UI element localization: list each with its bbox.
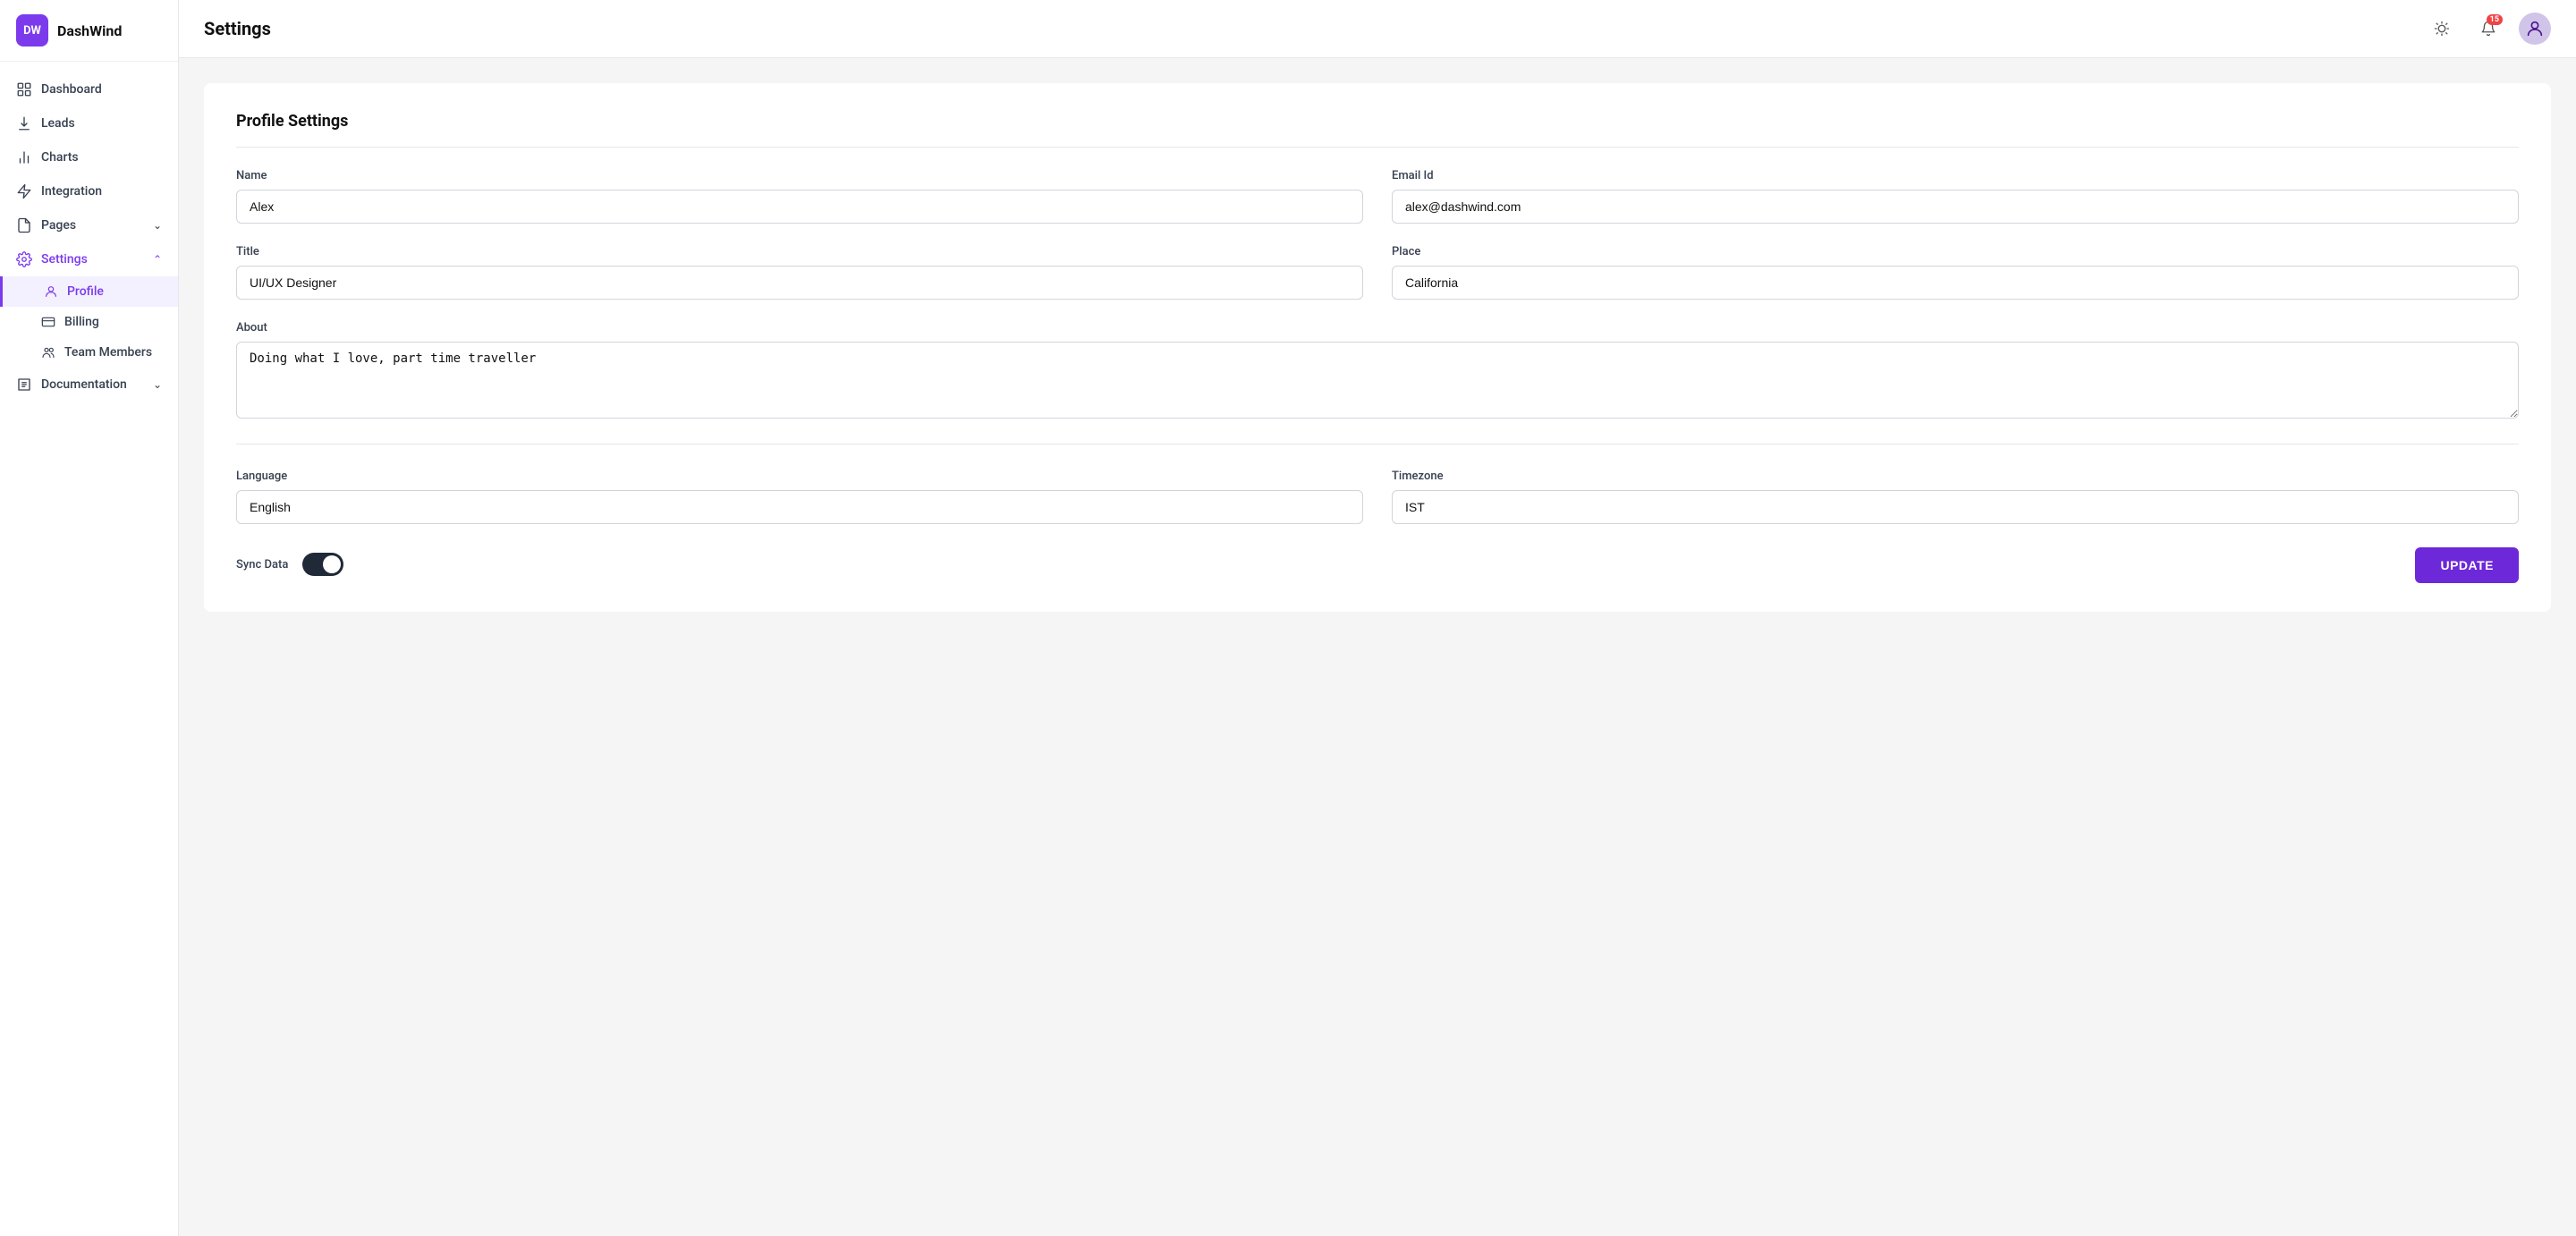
title-label: Title — [236, 245, 1363, 258]
sidebar-item-billing[interactable]: Billing — [0, 307, 178, 337]
notification-count: 15 — [2487, 14, 2503, 25]
file-icon — [16, 217, 32, 233]
header: Settings 15 — [179, 0, 2576, 58]
sidebar-item-dashboard[interactable]: Dashboard — [0, 72, 178, 106]
page-title: Settings — [204, 18, 271, 39]
download-icon — [16, 115, 32, 131]
name-field-group: Name — [236, 169, 1363, 224]
users-icon — [41, 345, 55, 360]
sync-data-row: Sync Data — [236, 553, 2519, 576]
avatar[interactable] — [2519, 13, 2551, 45]
app-name: DashWind — [57, 22, 122, 39]
sidebar-item-label: Dashboard — [41, 82, 102, 97]
sidebar-item-label: Charts — [41, 150, 79, 165]
place-label: Place — [1392, 245, 2519, 258]
email-label: Email Id — [1392, 169, 2519, 182]
name-label: Name — [236, 169, 1363, 182]
sync-data-toggle[interactable] — [302, 553, 343, 576]
preferences-form: Language Timezone Sync Data — [236, 470, 2519, 576]
sidebar-item-pages[interactable]: Pages ⌄ — [0, 208, 178, 242]
name-input[interactable] — [236, 190, 1363, 224]
email-field-group: Email Id — [1392, 169, 2519, 224]
sidebar-item-settings[interactable]: Settings ⌃ — [0, 242, 178, 276]
profile-settings-card: Profile Settings Name Email Id Title — [204, 83, 2551, 612]
profile-form: Name Email Id Title Place — [236, 169, 2519, 419]
sidebar-item-leads[interactable]: Leads — [0, 106, 178, 140]
timezone-field-group: Timezone — [1392, 470, 2519, 524]
sidebar-sub-item-label: Team Members — [64, 345, 152, 360]
sidebar-nav: Dashboard Leads Charts Integration — [0, 62, 178, 1236]
header-actions: 15 — [2426, 13, 2551, 45]
sidebar-item-profile[interactable]: Profile — [0, 276, 178, 307]
theme-toggle-button[interactable] — [2426, 13, 2458, 45]
main-area: Settings 15 Profile Settings Name — [179, 0, 2576, 1236]
toggle-thumb — [323, 555, 341, 573]
sidebar-item-label: Leads — [41, 116, 75, 131]
card-title: Profile Settings — [236, 112, 2519, 148]
content-area: Profile Settings Name Email Id Title — [179, 58, 2576, 1236]
about-label: About — [236, 321, 2519, 334]
bar-chart-icon — [16, 149, 32, 165]
place-field-group: Place — [1392, 245, 2519, 300]
sync-data-group: Sync Data — [236, 546, 2519, 576]
title-field-group: Title — [236, 245, 1363, 300]
language-label: Language — [236, 470, 1363, 483]
app-logo[interactable]: DW DashWind — [0, 0, 178, 62]
timezone-label: Timezone — [1392, 470, 2519, 483]
chevron-up-icon: ⌃ — [153, 253, 162, 266]
about-field-group: About — [236, 321, 2519, 419]
user-icon — [44, 284, 58, 299]
sidebar-item-team-members[interactable]: Team Members — [0, 337, 178, 368]
sync-data-label: Sync Data — [236, 558, 288, 571]
toggle-track — [302, 553, 343, 576]
doc-icon — [16, 377, 32, 393]
sidebar-item-label: Settings — [41, 252, 88, 267]
language-field-group: Language — [236, 470, 1363, 524]
update-button[interactable]: UPDATE — [2415, 547, 2519, 583]
sidebar: DW DashWind Dashboard Leads Charts — [0, 0, 179, 1236]
grid-icon — [16, 81, 32, 97]
sidebar-sub-item-label: Billing — [64, 315, 99, 329]
chevron-down-icon: ⌄ — [153, 378, 162, 391]
language-input[interactable] — [236, 490, 1363, 524]
chevron-down-icon: ⌄ — [153, 219, 162, 232]
lightning-icon — [16, 183, 32, 199]
sidebar-item-label: Integration — [41, 184, 102, 199]
email-input[interactable] — [1392, 190, 2519, 224]
sidebar-item-integration[interactable]: Integration — [0, 174, 178, 208]
notifications-button[interactable]: 15 — [2472, 13, 2504, 45]
sidebar-item-documentation[interactable]: Documentation ⌄ — [0, 368, 178, 402]
sidebar-item-label: Pages — [41, 218, 76, 233]
settings-sub-nav: Profile Billing Team Members — [0, 276, 178, 368]
gear-icon — [16, 251, 32, 267]
card-icon — [41, 315, 55, 329]
sidebar-sub-item-label: Profile — [67, 284, 104, 299]
about-textarea[interactable] — [236, 342, 2519, 419]
timezone-input[interactable] — [1392, 490, 2519, 524]
sidebar-item-label: Documentation — [41, 377, 127, 392]
logo-badge: DW — [16, 14, 48, 47]
sidebar-item-charts[interactable]: Charts — [0, 140, 178, 174]
place-input[interactable] — [1392, 266, 2519, 300]
title-input[interactable] — [236, 266, 1363, 300]
